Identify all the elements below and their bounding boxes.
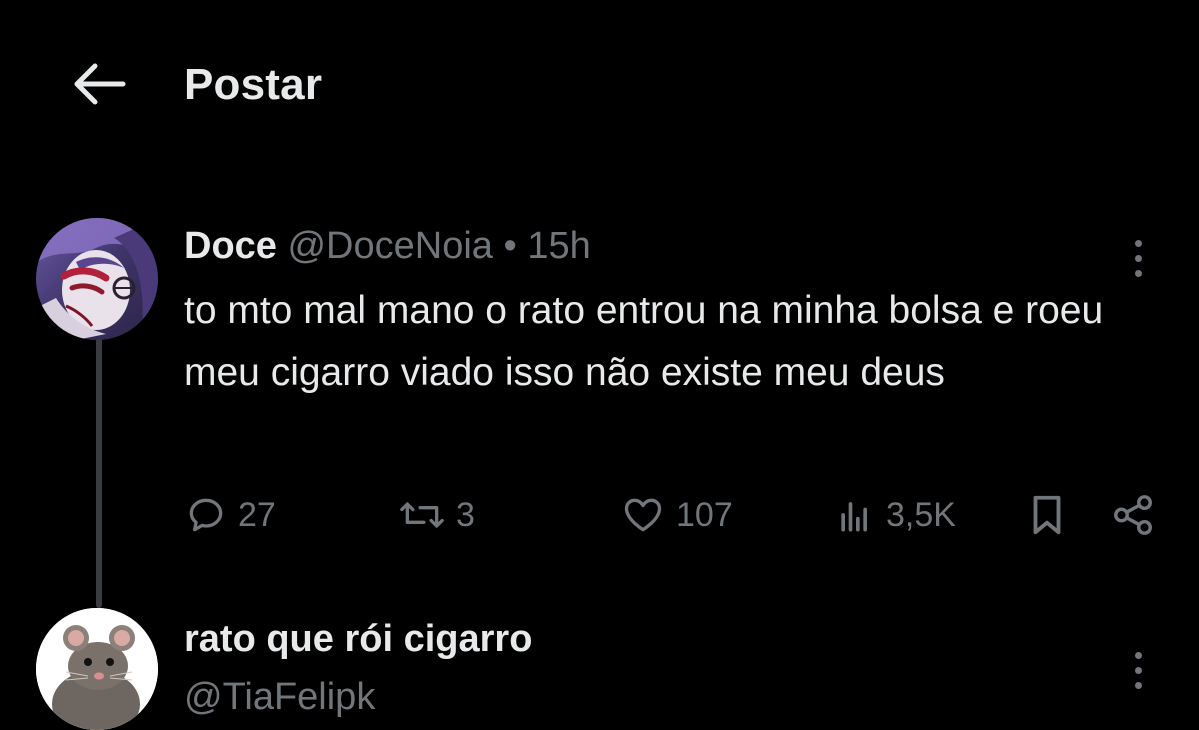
rat-avatar-image <box>36 608 158 730</box>
post-body-text: to mto mal mano o rato entrou na minha b… <box>184 289 1104 394</box>
post-timestamp[interactable]: 15h <box>527 225 590 267</box>
thread-connector-line <box>96 336 102 608</box>
meta-separator: • <box>503 225 517 267</box>
more-options-button[interactable] <box>1118 228 1158 288</box>
like-button[interactable]: 107 <box>620 490 733 540</box>
page-title: Postar <box>184 60 323 109</box>
anime-character-avatar-image <box>36 218 158 340</box>
repost-count: 3 <box>456 495 475 534</box>
views-count: 3,5K <box>886 495 956 534</box>
heart-icon <box>624 498 662 532</box>
like-count: 107 <box>676 495 733 534</box>
repost-icon <box>400 502 444 528</box>
reply-icon <box>189 498 223 532</box>
post-header: Doce @DoceNoia • 15h <box>184 222 591 270</box>
repost-button[interactable]: 3 <box>398 490 475 540</box>
share-icon <box>1114 495 1152 535</box>
more-dots-icon <box>1134 239 1142 247</box>
bookmark-button[interactable] <box>1026 490 1068 540</box>
top-bar: Postar <box>0 0 1199 170</box>
back-button[interactable] <box>66 54 130 114</box>
bookmark-icon <box>1033 495 1061 535</box>
avatar[interactable] <box>36 218 158 340</box>
reply-button[interactable]: 27 <box>184 490 276 540</box>
reply-more-options-button[interactable] <box>1118 640 1158 700</box>
views-button[interactable]: 3,5K <box>836 490 956 540</box>
author-handle[interactable]: @DoceNoia <box>287 225 492 267</box>
share-button[interactable] <box>1110 490 1156 540</box>
reply-avatar[interactable] <box>36 608 158 730</box>
reply-author-handle[interactable]: @TiaFelipk <box>184 676 375 719</box>
analytics-bar-icon <box>841 502 867 532</box>
author-name[interactable]: Doce <box>184 225 277 267</box>
arrow-left-icon <box>74 63 126 105</box>
more-dots-icon <box>1134 651 1142 659</box>
reply-count: 27 <box>238 495 276 534</box>
reply-author-name[interactable]: rato que rói cigarro <box>184 618 532 661</box>
